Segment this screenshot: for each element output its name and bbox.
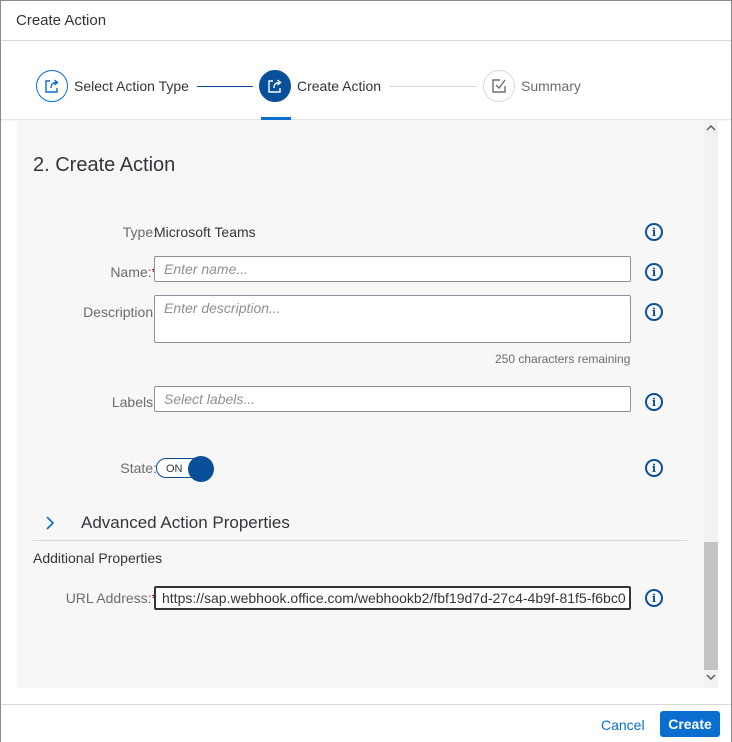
labels-label: Labels: [111, 394, 157, 410]
name-label: Name:* [110, 264, 157, 280]
type-label: Type: [122, 224, 157, 240]
share-icon [259, 70, 291, 102]
name-input[interactable]: Enter name... [154, 256, 631, 282]
info-icon[interactable]: i [645, 459, 663, 477]
advanced-properties-header[interactable]: Advanced Action Properties [81, 513, 290, 533]
dialog-title: Create Action [16, 12, 107, 29]
wizard-step-create-action[interactable]: Create Action [259, 70, 381, 102]
switch-handle[interactable] [188, 456, 214, 482]
share-icon [36, 70, 68, 102]
character-counter: 250 characters remaining [495, 352, 631, 366]
wizard-step-label: Create Action [297, 78, 382, 94]
divider [33, 540, 687, 541]
form-content: 2. Create Action Type: Microsoft Teams i… [17, 121, 704, 688]
info-icon[interactable]: i [645, 263, 663, 281]
description-textarea[interactable]: Enter description... [154, 295, 631, 343]
dialog-header: Create Action [1, 1, 731, 41]
task-icon [483, 70, 515, 102]
info-icon[interactable]: i [645, 223, 663, 241]
info-icon[interactable]: i [645, 589, 663, 607]
switch-text: ON [166, 463, 183, 475]
info-icon[interactable]: i [645, 303, 663, 321]
chevron-right-icon[interactable] [45, 514, 55, 535]
state-switch[interactable]: ON [156, 456, 214, 482]
type-value: Microsoft Teams [154, 224, 256, 240]
wizard-step-select-action-type[interactable]: Select Action Type [36, 70, 189, 102]
url-address-input[interactable]: https://sap.webhook.office.com/webhookb2… [154, 586, 631, 610]
labels-multi-input[interactable]: Select labels... [154, 386, 631, 412]
cancel-button[interactable]: Cancel [593, 714, 653, 736]
info-icon[interactable]: i [645, 393, 663, 411]
additional-properties-title: Additional Properties [33, 550, 163, 566]
url-address-label: URL Address:* [65, 590, 157, 606]
description-label: Description: [83, 304, 157, 320]
wizard-progress: Select Action Type Create Action Summary [1, 41, 731, 120]
active-step-indicator [261, 117, 291, 120]
wizard-step-label: Select Action Type [74, 78, 189, 94]
dialog-footer: Cancel Create [1, 704, 731, 742]
wizard-step-label: Summary [521, 78, 581, 94]
wizard-step-summary[interactable]: Summary [483, 70, 581, 102]
scrollbar-thumb[interactable] [704, 542, 718, 670]
create-action-dialog: Create Action Select Action Type Create … [0, 0, 732, 742]
section-title: 2. Create Action [33, 154, 176, 176]
state-label: State: [120, 460, 157, 476]
scroll-down-icon[interactable] [704, 672, 718, 686]
wizard-connector-pending [389, 86, 477, 87]
wizard-connector-done [197, 86, 253, 87]
create-button[interactable]: Create [660, 711, 720, 737]
scroll-up-icon[interactable] [704, 123, 718, 137]
